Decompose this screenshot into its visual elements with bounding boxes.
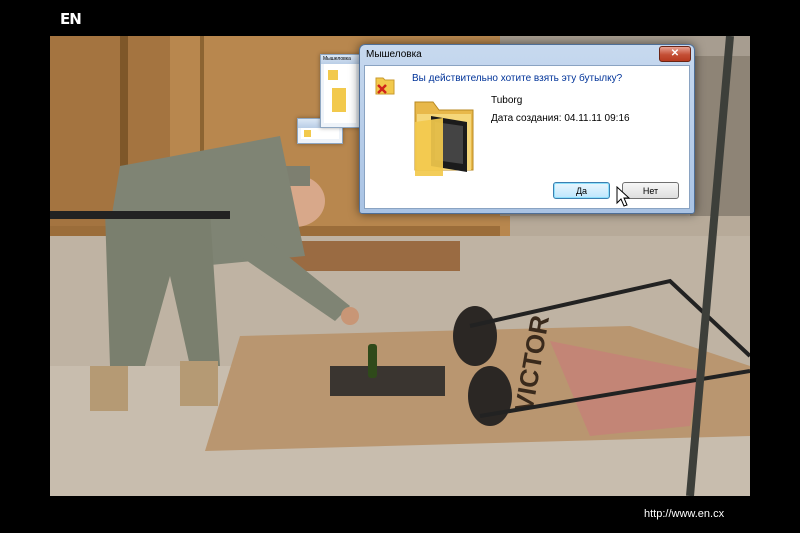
confirm-dialog: Мышеловка ✕ Вы действительно хотите взят… bbox=[359, 44, 695, 214]
dialog-body: Вы действительно хотите взять эту бутылк… bbox=[364, 65, 690, 209]
site-logo: EN bbox=[60, 10, 82, 28]
file-date: Дата создания: 04.11.11 09:16 bbox=[491, 113, 630, 124]
background-window: Мышеловка bbox=[320, 54, 360, 128]
file-name: Tuborg bbox=[491, 95, 523, 106]
close-button[interactable]: ✕ bbox=[659, 46, 691, 62]
mouse-cursor-icon bbox=[616, 186, 630, 207]
dialog-title: Мышеловка bbox=[366, 49, 422, 60]
site-url[interactable]: http://www.en.cx bbox=[644, 508, 724, 520]
dialog-titlebar[interactable]: Мышеловка ✕ bbox=[360, 45, 694, 65]
dialog-question: Вы действительно хотите взять эту бутылк… bbox=[412, 73, 623, 84]
background-folder-icon bbox=[328, 70, 338, 80]
no-button[interactable]: Нет bbox=[622, 182, 679, 199]
background-folder-icon-large bbox=[332, 88, 346, 112]
yes-button[interactable]: Да bbox=[553, 182, 610, 199]
folder-delete-icon bbox=[375, 77, 395, 95]
background-window-title: Мышеловка bbox=[321, 55, 359, 64]
folder-icon bbox=[414, 101, 474, 176]
